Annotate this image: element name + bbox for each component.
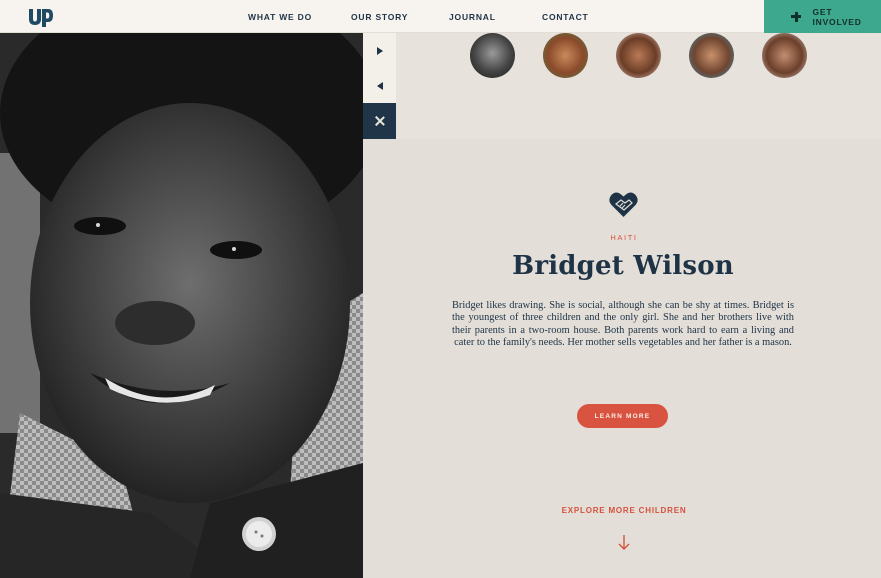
get-involved-label: GET INVOLVED: [812, 6, 862, 27]
nav-what-we-do[interactable]: WHAT WE DO: [248, 0, 312, 33]
logo-mark: [29, 9, 53, 27]
arrow-down-icon[interactable]: [617, 533, 631, 551]
child-bio: Bridget likes drawing. She is social, al…: [452, 300, 794, 348]
close-icon: [375, 116, 385, 126]
learn-more-button[interactable]: LEARN MORE: [577, 404, 668, 428]
plus-icon: [791, 11, 802, 22]
top-nav-bar: WHAT WE DO OUR STORY JOURNAL CONTACT GET…: [0, 0, 881, 33]
up-logo[interactable]: [27, 6, 55, 28]
child-thumbnail[interactable]: [762, 33, 807, 78]
explore-more-children-link[interactable]: EXPLORE MORE CHILDREN: [540, 506, 708, 515]
country-label: HAITI: [610, 233, 638, 242]
previous-button[interactable]: [363, 69, 396, 103]
next-button[interactable]: [363, 33, 396, 69]
close-button[interactable]: [363, 103, 396, 139]
portrait-illustration: [0, 33, 363, 578]
get-involved-button[interactable]: GET INVOLVED: [764, 0, 881, 33]
nav-our-story[interactable]: OUR STORY: [351, 0, 408, 33]
child-thumbnail[interactable]: [543, 33, 588, 78]
child-name: Bridget Wilson: [512, 251, 734, 281]
child-thumbnail[interactable]: [470, 33, 515, 78]
child-thumbnail[interactable]: [616, 33, 661, 78]
child-thumbnail[interactable]: [689, 33, 734, 78]
nav-journal[interactable]: JOURNAL: [449, 0, 496, 33]
chevron-left-icon: [376, 82, 383, 90]
nav-contact[interactable]: CONTACT: [542, 0, 589, 33]
chevron-right-icon: [376, 47, 383, 55]
heart-handshake-icon: [609, 192, 638, 217]
child-portrait-photo: [0, 33, 363, 578]
